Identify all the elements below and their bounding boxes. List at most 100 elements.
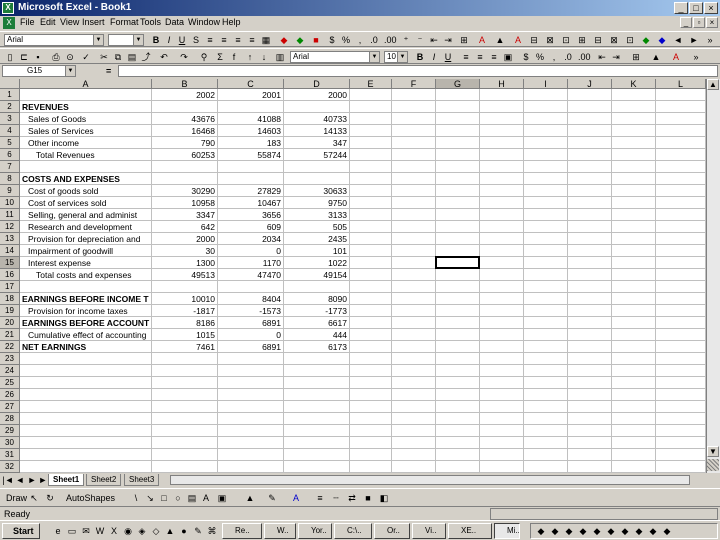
row-header[interactable]: 12	[0, 221, 20, 233]
menu-view[interactable]: View	[60, 17, 79, 27]
cell-d12[interactable]: 505	[284, 221, 350, 233]
cell-d1[interactable]: 2000	[284, 89, 350, 101]
row-header[interactable]: 26	[0, 389, 20, 401]
tray-icon-6[interactable]: ◆	[605, 525, 617, 537]
cell-c32[interactable]	[218, 461, 284, 473]
cell-d9[interactable]: 30633	[284, 185, 350, 197]
increase-indent-icon[interactable]: ⇥	[442, 34, 454, 46]
cell-d24[interactable]	[284, 365, 350, 377]
cell-c19[interactable]: -1573	[218, 305, 284, 317]
cell-d30[interactable]	[284, 437, 350, 449]
column-header-h[interactable]: H	[480, 79, 524, 89]
cell-b31[interactable]	[152, 449, 218, 461]
cell-c21[interactable]: 0	[218, 329, 284, 341]
column-header-i[interactable]: I	[524, 79, 568, 89]
redo-icon[interactable]: ↷	[178, 51, 190, 63]
tray-icon-10[interactable]: ◆	[661, 525, 673, 537]
row-header[interactable]: 23	[0, 353, 20, 365]
cell-b3[interactable]: 43676	[152, 113, 218, 125]
strikethrough-icon[interactable]: S	[190, 34, 202, 46]
arrow-icon[interactable]: ↘	[144, 492, 156, 504]
cell-b22[interactable]: 7461	[152, 341, 218, 353]
format-painter-icon[interactable]: ⤴	[140, 51, 152, 63]
borders-icon-2[interactable]: ⊞	[630, 51, 642, 63]
quicklaunch-app-icon[interactable]: ◉	[122, 525, 134, 537]
fill-color-icon-2[interactable]: ▲	[650, 51, 662, 63]
cell-a32[interactable]	[20, 461, 152, 473]
cell-b19[interactable]: -1817	[152, 305, 218, 317]
cell-d6[interactable]: 57244	[284, 149, 350, 161]
border-style-icon[interactable]: ⊟	[528, 34, 540, 46]
print-icon[interactable]: ⎙	[50, 51, 62, 63]
cell-a26[interactable]	[20, 389, 152, 401]
cell-d21[interactable]: 444	[284, 329, 350, 341]
cell-b32[interactable]	[152, 461, 218, 473]
taskbar-task[interactable]: Vi..	[412, 523, 446, 539]
cell-c7[interactable]	[218, 161, 284, 173]
split-box[interactable]	[707, 459, 719, 471]
cell-c16[interactable]: 47470	[218, 269, 284, 281]
quicklaunch-app4-icon[interactable]: ▲	[164, 525, 176, 537]
cell-b7[interactable]	[152, 161, 218, 173]
column-header-j[interactable]: J	[568, 79, 612, 89]
quicklaunch-app6-icon[interactable]: ✎	[192, 525, 204, 537]
tray-icon-5[interactable]: ◆	[591, 525, 603, 537]
line-icon[interactable]: \	[130, 492, 142, 504]
menu-data[interactable]: Data	[165, 17, 184, 27]
cell-c5[interactable]: 183	[218, 137, 284, 149]
row-header[interactable]: 8	[0, 173, 20, 185]
cell-a22[interactable]: NET EARNINGS	[20, 341, 152, 353]
column-header-d[interactable]: D	[284, 79, 350, 89]
cell-d4[interactable]: 14133	[284, 125, 350, 137]
quicklaunch-app7-icon[interactable]: ⌘	[206, 525, 218, 537]
cell-d8[interactable]	[284, 173, 350, 185]
menu-edit[interactable]: Edit	[40, 17, 56, 27]
cell-d14[interactable]: 101	[284, 245, 350, 257]
currency-icon[interactable]: $	[326, 34, 338, 46]
menu-insert[interactable]: Insert	[82, 17, 105, 27]
cell-a17[interactable]	[20, 281, 152, 293]
underline-icon-2[interactable]: U	[442, 51, 454, 63]
cell-c31[interactable]	[218, 449, 284, 461]
sort-descending-icon[interactable]: ↓	[258, 51, 270, 63]
cell-a30[interactable]	[20, 437, 152, 449]
decrease-indent-icon[interactable]: ⇤	[428, 34, 440, 46]
cell-d15[interactable]: 1022	[284, 257, 350, 269]
quicklaunch-word-icon[interactable]: W	[94, 525, 106, 537]
cell-d31[interactable]	[284, 449, 350, 461]
align-center-icon-2[interactable]: ≡	[474, 51, 486, 63]
cell-c18[interactable]: 8404	[218, 293, 284, 305]
cell-b23[interactable]	[152, 353, 218, 365]
column-header-f[interactable]: F	[392, 79, 436, 89]
cell-b1[interactable]: 2002	[152, 89, 218, 101]
cell-d17[interactable]	[284, 281, 350, 293]
merge-center-icon[interactable]: ▦	[260, 34, 272, 46]
unmerge-icon[interactable]: ◆	[294, 34, 306, 46]
cut-icon[interactable]: ✂	[98, 51, 110, 63]
row-header[interactable]: 14	[0, 245, 20, 257]
tray-icon-3[interactable]: ◆	[563, 525, 575, 537]
cell-c10[interactable]: 10467	[218, 197, 284, 209]
taskbar-task[interactable]: Mi..	[494, 523, 520, 539]
cell-c6[interactable]: 55874	[218, 149, 284, 161]
inc-indent-icon-2[interactable]: ⇥	[610, 51, 622, 63]
cell-b10[interactable]: 10958	[152, 197, 218, 209]
cell-a31[interactable]	[20, 449, 152, 461]
cell-c28[interactable]	[218, 413, 284, 425]
font-color-icon[interactable]: A	[476, 34, 488, 46]
cell-a28[interactable]	[20, 413, 152, 425]
tray-icon-2[interactable]: ◆	[549, 525, 561, 537]
quicklaunch-app5-icon[interactable]: ●	[178, 525, 190, 537]
column-header-c[interactable]: C	[218, 79, 284, 89]
chart-icon[interactable]: ⊠	[608, 34, 620, 46]
cell-d25[interactable]	[284, 377, 350, 389]
wordart-icon[interactable]: A	[200, 492, 212, 504]
spreadsheet-grid[interactable]: A B C D E F G H I J K L 1 2002 2001 2000 2 REVENUES 3 Sales…	[0, 79, 706, 473]
italic-icon[interactable]: I	[163, 34, 175, 46]
select-all-corner[interactable]	[0, 79, 20, 89]
delete-format-icon[interactable]: ■	[310, 34, 322, 46]
align-right-icon[interactable]: ≡	[232, 34, 244, 46]
comma-icon-2[interactable]: ,	[548, 51, 560, 63]
cell-b27[interactable]	[152, 401, 218, 413]
bold-icon-2[interactable]: B	[414, 51, 426, 63]
